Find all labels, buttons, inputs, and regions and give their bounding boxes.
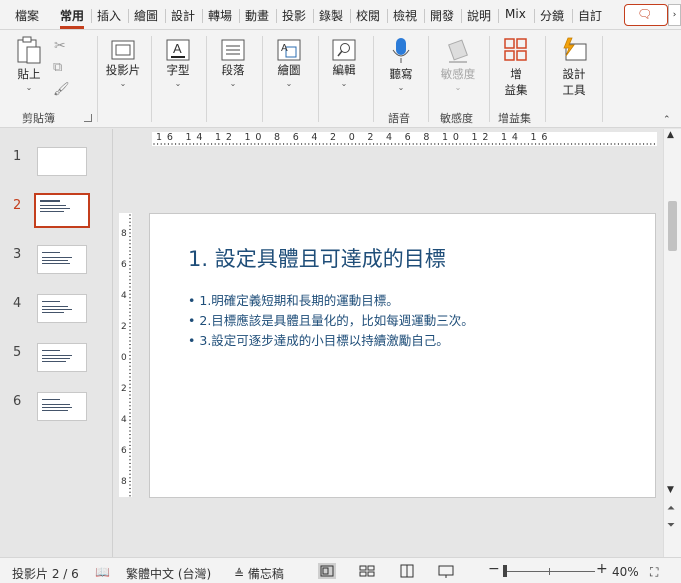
paragraph-button[interactable]: 段落 ⌄ <box>215 38 251 88</box>
tab-record[interactable]: 錄製 <box>319 7 343 25</box>
tab-help[interactable]: 說明 <box>467 7 491 25</box>
reading-view-icon[interactable] <box>398 563 416 579</box>
zoom-out-icon[interactable]: − <box>488 561 500 577</box>
tab-animations[interactable]: 動畫 <box>245 7 269 25</box>
dictate-button[interactable]: 聽寫 ⌄ <box>383 36 419 92</box>
tab-mix[interactable]: Mix <box>505 7 526 25</box>
status-bar: 投影片 2 / 6 📖 繁體中文 (台灣) ≜ 備忘稿 − + 40% ⛶ <box>0 557 681 583</box>
ribbon: 貼上 ⌄ ✂ ⧉ 🖌 剪貼簿 投影片 ⌄ A 字型 ⌄ 段落 ⌄ A 繪圖 ⌄ … <box>0 30 681 128</box>
slide-title[interactable]: 1. 設定具體且可達成的目標 <box>188 243 446 273</box>
scroll-down-icon[interactable]: ▼ <box>667 485 674 495</box>
microphone-icon <box>392 38 410 63</box>
format-painter-icon[interactable]: 🖌 <box>53 82 70 97</box>
tab-scroll-right-button[interactable]: › <box>668 4 681 26</box>
next-slide-icon[interactable]: ⏷ <box>667 520 675 531</box>
comments-button[interactable]: 🗨 <box>624 4 668 26</box>
scroll-thumb[interactable] <box>668 201 677 251</box>
slide-thumbnail-4[interactable]: 4 <box>0 294 112 334</box>
group-label-voice: 語音 <box>388 112 410 125</box>
comment-icon: 🗨 <box>637 7 653 21</box>
designer-button[interactable]: 設計 工具 <box>555 36 593 98</box>
zoom-slider-handle[interactable] <box>503 565 507 577</box>
ribbon-tab-bar: 檔案 常用 插入 繪圖 設計 轉場 動畫 投影 錄製 校閱 檢視 開發 說明 M… <box>0 0 681 30</box>
slide-counter[interactable]: 投影片 2 / 6 <box>12 565 79 582</box>
bullet-item: • 1.明確定義短期和長期的運動目標。 <box>188 293 399 308</box>
group-label-sensitivity: 敏感度 <box>440 112 473 125</box>
group-label-addins: 增益集 <box>498 112 531 125</box>
slide-thumbnail-1[interactable]: 1 <box>0 147 112 187</box>
spelling-check-icon[interactable]: 📖 <box>95 565 110 579</box>
slide-layout-icon <box>111 40 135 60</box>
tab-storyboard[interactable]: 分鏡 <box>540 7 564 25</box>
drawing-button[interactable]: A 繪圖 ⌄ <box>271 38 307 88</box>
tab-review[interactable]: 校閱 <box>356 7 380 25</box>
tab-developer[interactable]: 開發 <box>430 7 454 25</box>
normal-view-icon[interactable] <box>318 563 336 579</box>
paragraph-icon <box>221 39 245 61</box>
language-indicator[interactable]: 繁體中文 (台灣) <box>126 565 211 582</box>
tab-home[interactable]: 常用 <box>60 7 85 29</box>
paste-icon <box>17 36 41 64</box>
scroll-up-icon[interactable]: ▲ <box>667 130 674 140</box>
tab-design[interactable]: 設計 <box>171 7 195 25</box>
slide-body[interactable]: • 1.明確定義短期和長期的運動目標。 • 2.目標應該是具體且量化的，比如每週運動… <box>188 290 474 350</box>
slide-canvas[interactable]: 1. 設定具體且可達成的目標 • 1.明確定義短期和長期的運動目標。 • 2.目標應… <box>149 213 656 498</box>
bullet-item: • 2.目標應該是具體且量化的，比如每週運動三次。 <box>188 313 474 328</box>
slideshow-view-icon[interactable] <box>437 563 455 579</box>
slide-thumbnail-2[interactable]: 2 <box>0 193 112 236</box>
editing-button[interactable]: 編輯 ⌄ <box>326 38 362 88</box>
zoom-slider-track[interactable] <box>505 571 595 572</box>
tab-draw[interactable]: 繪圖 <box>134 7 158 25</box>
horizontal-ruler: 16 14 12 10 8 6 4 2 0 2 4 6 8 10 12 14 1… <box>152 132 657 146</box>
copy-icon[interactable]: ⧉ <box>53 60 62 75</box>
vertical-ruler: 8 6 4 2 0 2 4 6 8 <box>119 213 132 497</box>
collapse-ribbon-icon[interactable]: ⌃ <box>663 115 671 125</box>
zoom-level[interactable]: 40% <box>612 565 639 579</box>
tab-slideshow[interactable]: 投影 <box>282 7 306 25</box>
cut-icon[interactable]: ✂ <box>54 38 66 54</box>
paste-button[interactable]: 貼上 ⌄ <box>14 36 44 92</box>
addins-grid-icon <box>504 38 527 61</box>
fit-to-window-icon[interactable]: ⛶ <box>650 565 658 580</box>
font-button[interactable]: A 字型 ⌄ <box>160 38 196 88</box>
group-label-clipboard: 剪貼簿 <box>22 112 55 125</box>
zoom-in-icon[interactable]: + <box>596 561 608 577</box>
clipboard-launcher-icon[interactable] <box>84 114 92 122</box>
sensitivity-button[interactable]: 敏感度 ⌄ <box>438 36 478 92</box>
search-icon <box>332 39 356 61</box>
designer-icon <box>563 37 587 61</box>
tab-view[interactable]: 檢視 <box>393 7 417 25</box>
slide-thumbnail-6[interactable]: 6 <box>0 392 112 432</box>
slides-button[interactable]: 投影片 ⌄ <box>104 38 142 88</box>
slide-sorter-icon[interactable] <box>358 563 376 579</box>
svg-text:A: A <box>281 43 288 54</box>
tab-transitions[interactable]: 轉場 <box>208 7 232 25</box>
notes-icon: ≜ <box>234 567 248 581</box>
addins-button[interactable]: 增 益集 <box>497 36 535 98</box>
sensitivity-label-icon <box>448 39 468 63</box>
tab-custom[interactable]: 自訂 <box>578 7 602 25</box>
slide-thumbnail-pane: 1 2 3 4 5 6 <box>0 129 112 557</box>
bullet-item: • 3.設定可逐步達成的小目標以持續激勵自己。 <box>188 333 449 348</box>
font-color-icon: A <box>166 39 190 61</box>
shapes-icon: A <box>277 39 301 61</box>
vertical-scrollbar[interactable]: ▲ ▼ ⏶ ⏷ <box>663 129 681 557</box>
tab-file[interactable]: 檔案 <box>15 7 39 25</box>
slide-thumbnail-5[interactable]: 5 <box>0 343 112 383</box>
svg-text:A: A <box>173 41 182 56</box>
tab-insert[interactable]: 插入 <box>97 7 121 25</box>
slide-thumbnail-3[interactable]: 3 <box>0 245 112 285</box>
notes-toggle[interactable]: ≜ 備忘稿 <box>234 565 284 582</box>
previous-slide-icon[interactable]: ⏶ <box>667 503 675 514</box>
